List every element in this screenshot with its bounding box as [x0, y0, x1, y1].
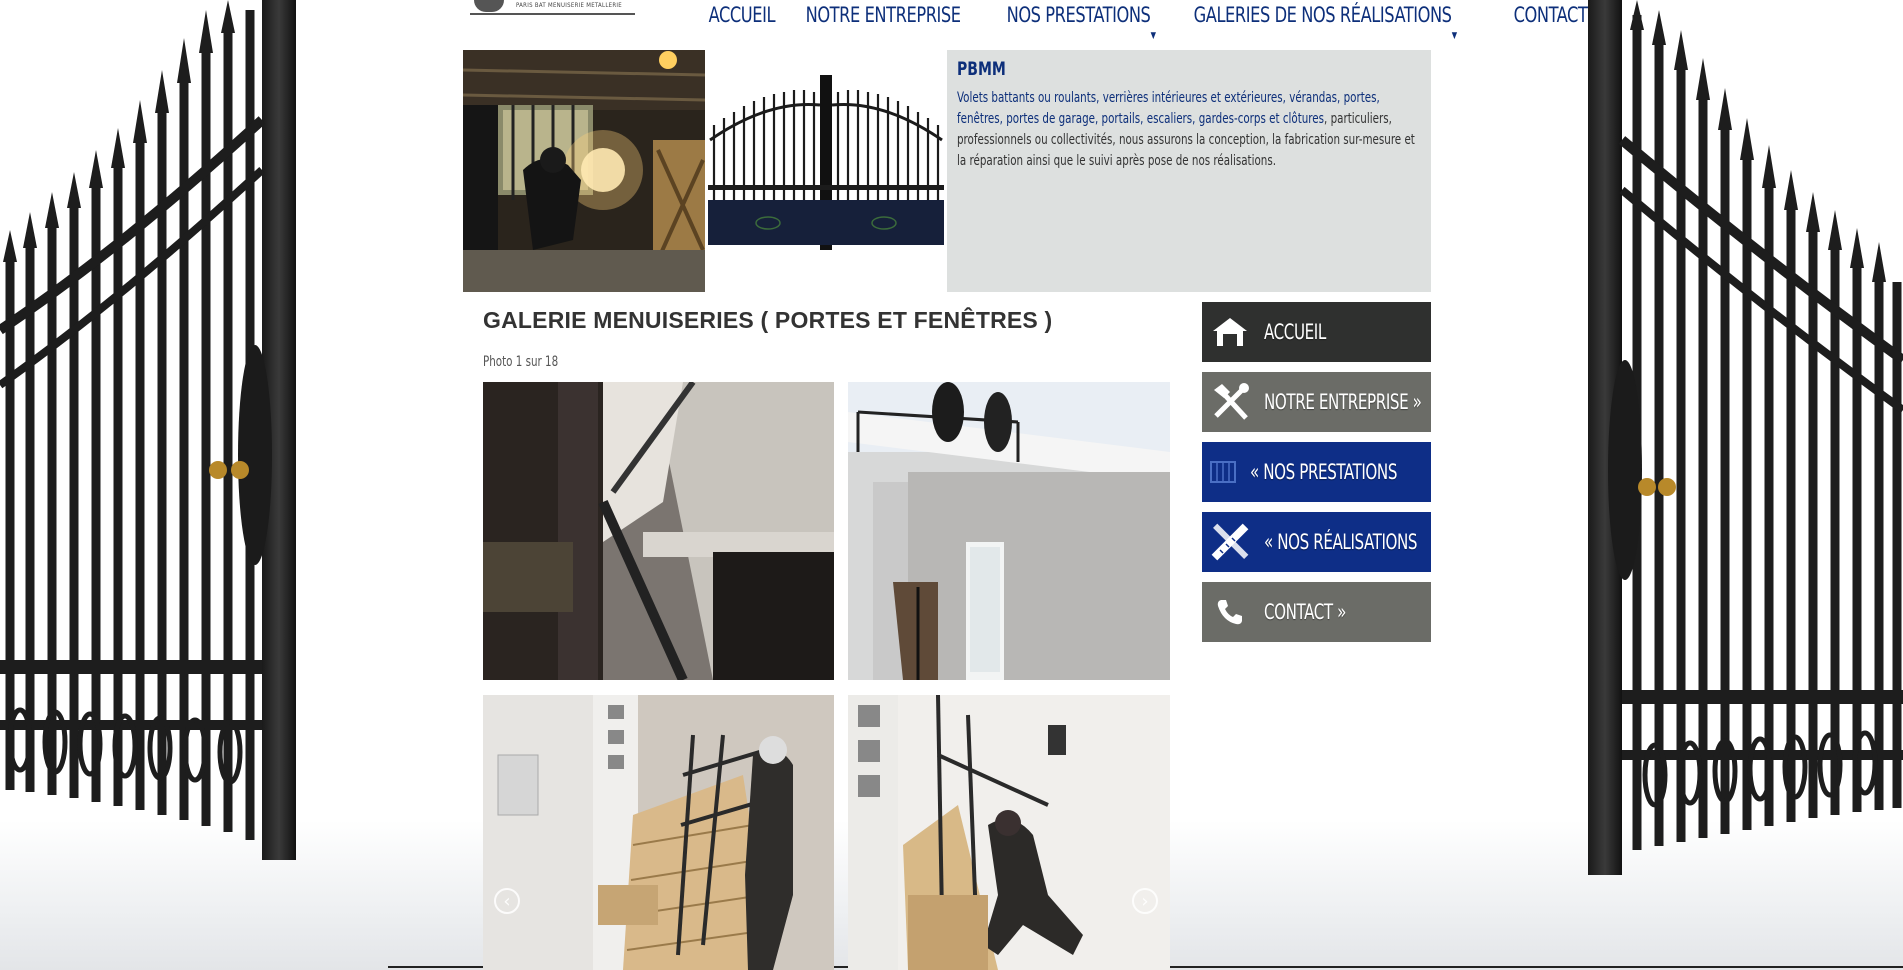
side-menu-label: « NOS PRESTATIONS	[1250, 460, 1398, 484]
side-menu-label: NOTRE ENTREPRISE »	[1264, 390, 1422, 414]
submenu-caret-icon: ▼	[1150, 31, 1156, 41]
gallery-prev-button[interactable]: ‹	[494, 888, 520, 914]
chevron-right-icon: ›	[1141, 891, 1149, 912]
submenu-caret-icon: ▼	[1451, 31, 1457, 41]
gallery-photo[interactable]	[483, 695, 834, 970]
nav-label: NOTRE ENTREPRISE	[805, 3, 961, 27]
side-menu-notre-entreprise[interactable]: NOTRE ENTREPRISE »	[1202, 372, 1431, 432]
side-menu-accueil[interactable]: ACCUEIL	[1202, 302, 1431, 362]
side-menu-label: CONTACT »	[1264, 600, 1346, 624]
company-info-box: PBMM Volets battants ou roulants, verriè…	[947, 50, 1431, 292]
banner-gate-image	[708, 50, 944, 250]
gallery-photo[interactable]	[483, 382, 834, 680]
home-icon	[1210, 312, 1250, 352]
side-menu-nos-prestations[interactable]: « NOS PRESTATIONS	[1202, 442, 1431, 502]
window-icon	[1210, 452, 1236, 492]
page-title: GALERIE MENUISERIES ( PORTES ET FENÊTRES…	[483, 307, 1053, 333]
gallery-photo[interactable]	[848, 382, 1170, 680]
gallery-next-button[interactable]: ›	[1132, 888, 1158, 914]
main-nav: ACCUEIL NOTRE ENTREPRISE NOS PRESTATIONS…	[700, 3, 1611, 41]
nav-label: GALERIES DE NOS RÉALISATIONS	[1193, 3, 1452, 27]
nav-item-accueil[interactable]: ACCUEIL	[700, 3, 784, 33]
nav-label: CONTACT	[1513, 3, 1588, 27]
side-menu-label: « NOS RÉALISATIONS	[1264, 530, 1418, 554]
nav-label: NOS PRESTATIONS	[1006, 3, 1151, 27]
services-highlight: Volets battants ou roulants, verrières i…	[957, 90, 1380, 127]
tools-icon	[1210, 382, 1250, 422]
ruler-pencil-icon	[1210, 522, 1250, 562]
side-menu-contact[interactable]: CONTACT »	[1202, 582, 1431, 642]
nav-item-contact[interactable]: CONTACT	[1505, 3, 1596, 33]
gallery-photo[interactable]	[848, 695, 1170, 970]
phone-icon	[1210, 592, 1250, 632]
nav-label: ACCUEIL	[708, 3, 776, 27]
banner-photo-welder	[463, 50, 705, 292]
site-logo[interactable]: PARIS BAT MENUISERIE METALLERIE	[470, 0, 635, 15]
background-gate-left	[0, 0, 296, 860]
nav-item-nos-prestations[interactable]: NOS PRESTATIONS ▼	[998, 3, 1159, 41]
nav-item-galeries[interactable]: GALERIES DE NOS RÉALISATIONS ▼	[1185, 3, 1460, 41]
logo-text: PARIS BAT MENUISERIE METALLERIE	[516, 2, 622, 9]
company-description: Volets battants ou roulants, verrières i…	[957, 88, 1416, 172]
nav-item-notre-entreprise[interactable]: NOTRE ENTREPRISE	[797, 3, 969, 33]
company-title: PBMM	[957, 58, 1006, 80]
background-gate-right	[1588, 0, 1903, 875]
side-menu-label: ACCUEIL	[1264, 320, 1326, 344]
side-menu-nos-realisations[interactable]: « NOS RÉALISATIONS	[1202, 512, 1431, 572]
photo-counter: Photo 1 sur 18	[483, 354, 559, 370]
chevron-left-icon: ‹	[503, 891, 511, 912]
